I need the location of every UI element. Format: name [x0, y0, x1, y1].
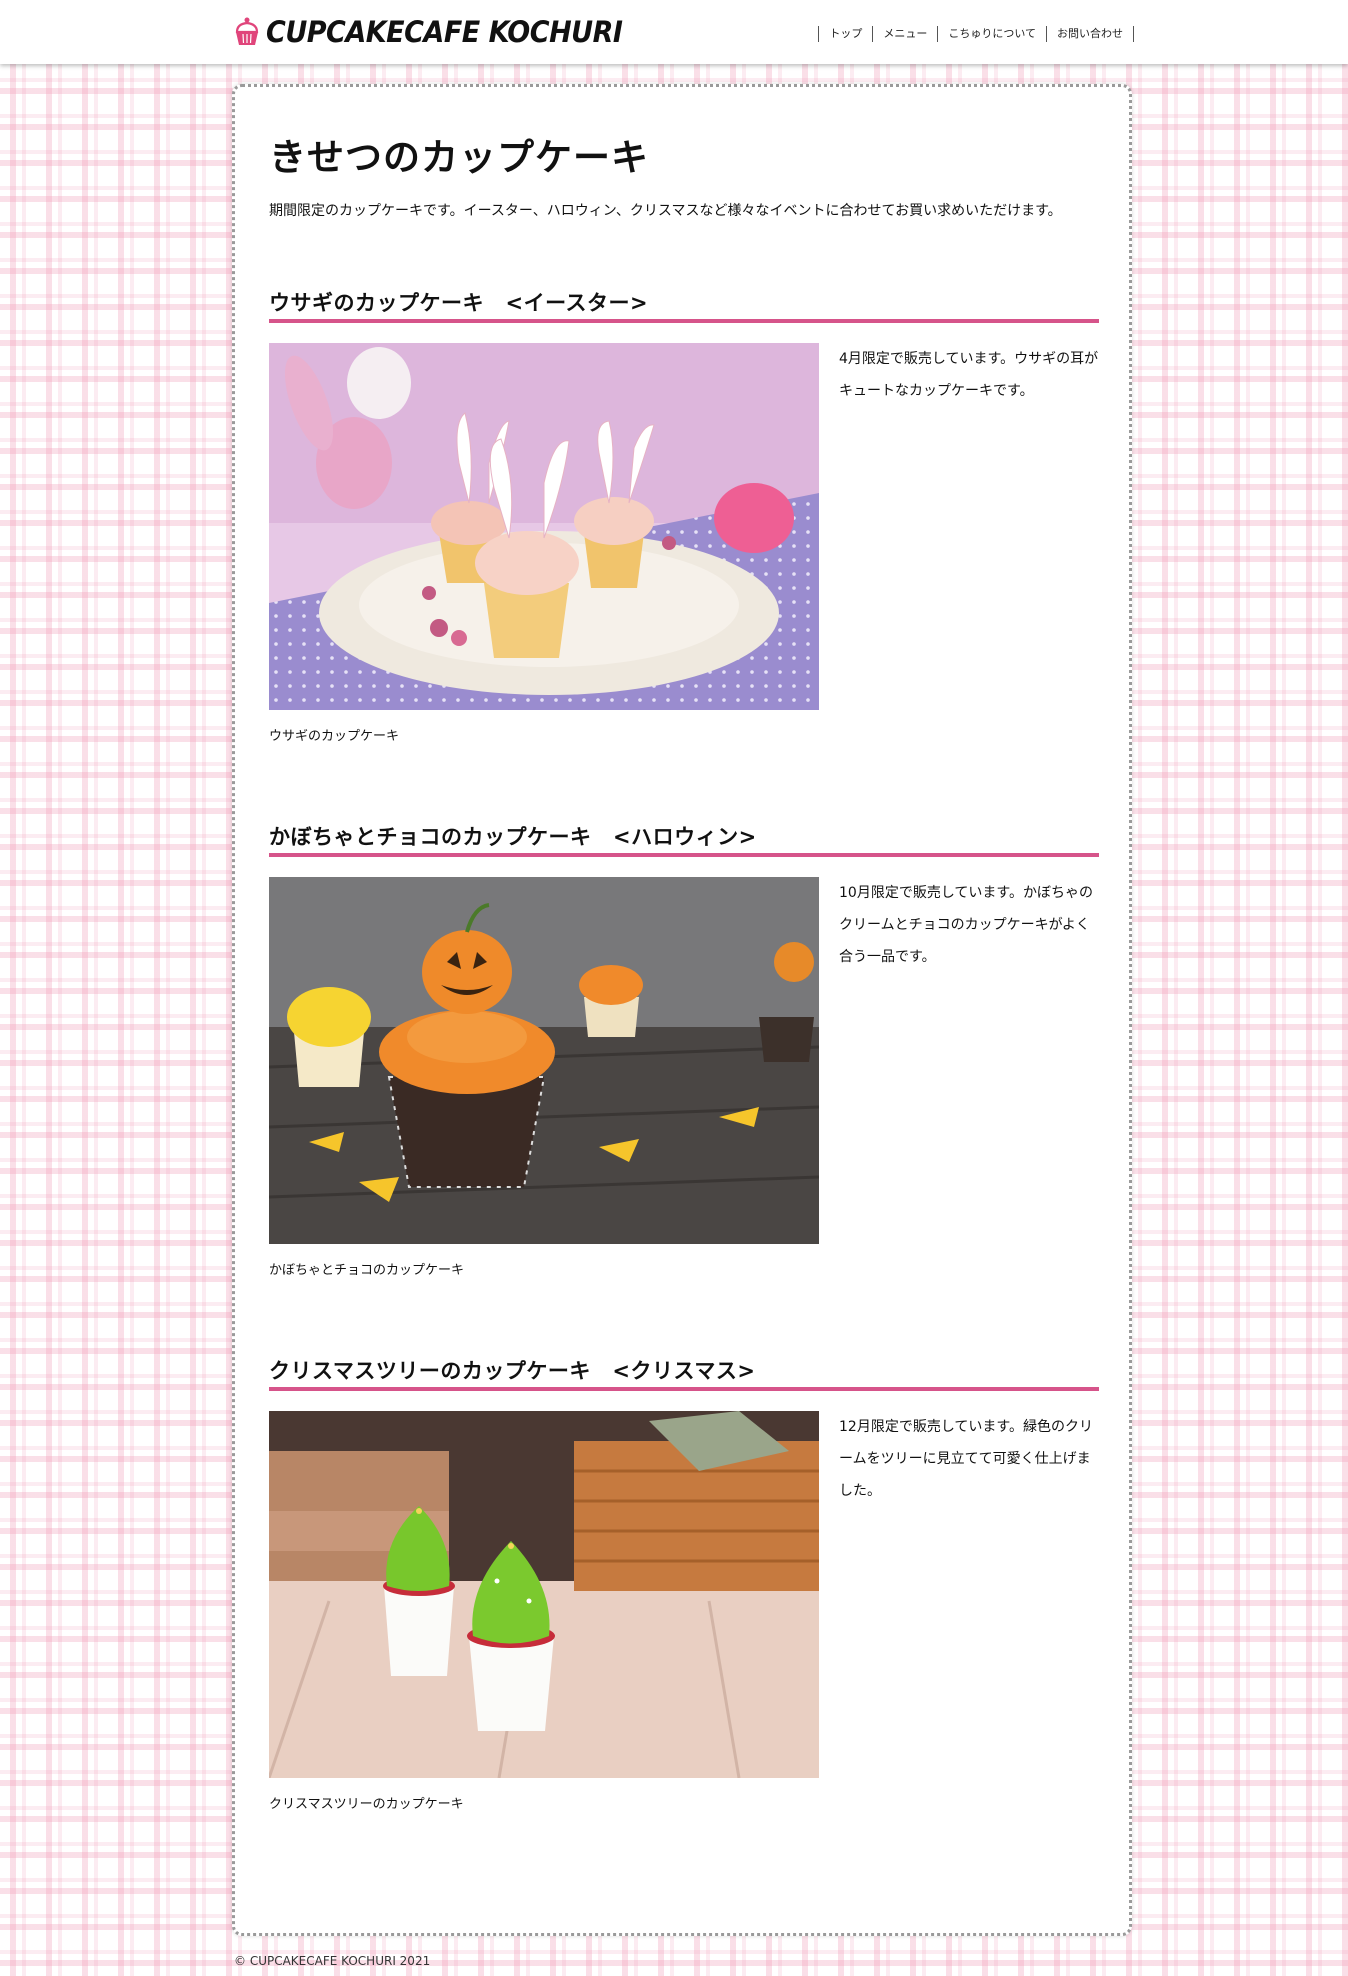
section-description: 10月限定で販売しています。かぼちゃのクリームとチョコのカップケーキがよく合う一…	[839, 885, 1093, 965]
nav-item-contact[interactable]: お問い合わせ	[1047, 26, 1134, 42]
section-description: 4月限定で販売しています。ウサギの耳がキュートなカップケーキです。	[839, 351, 1099, 399]
section-heading: かぼちゃとチョコのカップケーキ <ハロウィン>	[269, 821, 1099, 857]
easter-cupcake-photo	[269, 343, 819, 710]
photo-caption: かぼちゃとチョコのカップケーキ	[269, 1263, 465, 1278]
section-halloween: かぼちゃとチョコのカップケーキ <ハロウィン> 10月限定で販売しています。かぼ…	[269, 821, 1099, 1317]
cupcake-icon	[235, 17, 259, 45]
halloween-cupcake-photo	[269, 877, 819, 1244]
photo-caption: クリスマスツリーのカップケーキ	[269, 1797, 464, 1812]
section-heading: クリスマスツリーのカップケーキ <クリスマス>	[269, 1355, 1099, 1391]
page-title: きせつのカップケーキ	[269, 136, 649, 179]
site-name: CUPCAKECAFE KOCHURI	[266, 14, 623, 50]
nav-item-menu[interactable]: メニュー	[873, 26, 939, 42]
nav-item-top[interactable]: トップ	[819, 26, 874, 42]
section-easter: ウサギのカップケーキ <イースター> 4月限定で販売しています。ウサギの耳がキュ…	[269, 287, 1099, 783]
intro-text: 期間限定のカップケーキです。イースター、ハロウィン、クリスマスなど様々なイベント…	[269, 203, 1062, 219]
main-content-card: きせつのカップケーキ 期間限定のカップケーキです。イースター、ハロウィン、クリス…	[232, 84, 1132, 1936]
photo-caption: ウサギのカップケーキ	[269, 729, 400, 744]
section-christmas: クリスマスツリーのカップケーキ <クリスマス> 12月限定で販売しています。緑色…	[269, 1355, 1099, 1851]
christmas-cupcake-photo	[269, 1411, 819, 1778]
section-heading: ウサギのカップケーキ <イースター>	[269, 287, 1099, 323]
section-description: 12月限定で販売しています。緑色のクリームをツリーに見立てて可愛く仕上げました。	[839, 1419, 1093, 1499]
site-logo[interactable]: CUPCAKECAFE KOCHURI	[234, 14, 623, 50]
site-header: CUPCAKECAFE KOCHURI トップ メニュー こちゅりについて お問…	[0, 0, 1348, 64]
footer-copyright: © CUPCAKECAFE KOCHURI 2021	[234, 1954, 431, 1968]
nav-item-about[interactable]: こちゅりについて	[938, 26, 1047, 42]
main-nav: トップ メニュー こちゅりについて お問い合わせ	[818, 26, 1134, 42]
